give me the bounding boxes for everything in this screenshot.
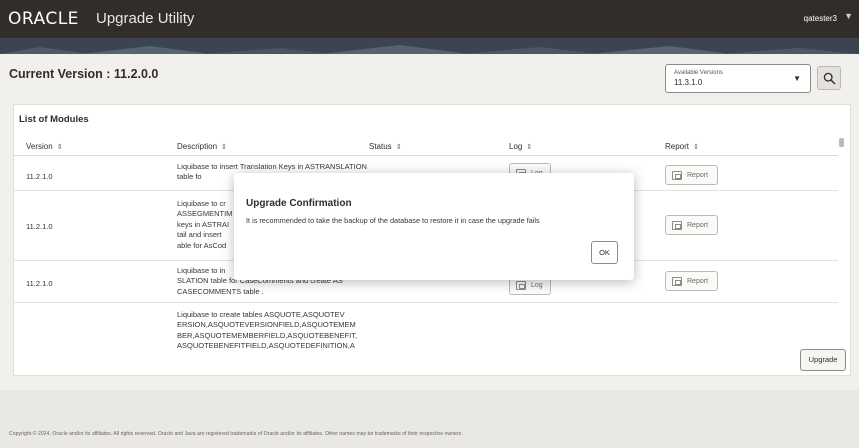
row-3-report-button[interactable]: Report — [665, 271, 718, 291]
column-header-description[interactable]: Description ⇕ — [177, 142, 227, 151]
report-icon — [672, 171, 682, 180]
dialog-message: It is recommended to take the backup of … — [246, 216, 540, 225]
row-1-report-button[interactable]: Report — [665, 165, 718, 185]
report-icon — [672, 277, 682, 286]
search-icon — [823, 72, 836, 85]
available-versions-label: Available Versions — [674, 70, 723, 76]
column-header-report[interactable]: Report ⇕ — [665, 142, 699, 151]
sort-icon: ⇕ — [221, 144, 227, 151]
upgrade-confirmation-dialog: Upgrade Confirmation It is recommended t… — [234, 173, 634, 280]
chevron-down-icon[interactable]: ▼ — [844, 11, 853, 21]
row-3-version: 11.2.1.0 — [26, 279, 53, 288]
decorative-banner — [0, 38, 859, 54]
user-menu[interactable]: qatester3 — [804, 14, 837, 23]
column-header-status[interactable]: Status ⇕ — [369, 142, 402, 151]
sort-icon: ⇕ — [693, 144, 699, 151]
sort-icon: ⇕ — [56, 144, 63, 151]
sort-icon: ⇕ — [395, 144, 402, 151]
table-header-divider — [13, 155, 838, 156]
modules-panel-title: List of Modules — [19, 114, 89, 125]
upgrade-button[interactable]: Upgrade — [800, 349, 846, 371]
search-button[interactable] — [817, 66, 841, 90]
row-2-version: 11.2.1.0 — [26, 222, 53, 231]
row-1-version: 11.2.1.0 — [26, 172, 53, 181]
column-header-log[interactable]: Log ⇕ — [509, 142, 532, 151]
ok-button[interactable]: OK — [591, 241, 618, 264]
app-title: Upgrade Utility — [96, 10, 195, 27]
available-versions-value: 11.3.1.0 — [674, 78, 703, 87]
oracle-logo: ORACLE — [8, 9, 79, 29]
column-header-version[interactable]: Version ⇕ — [26, 142, 63, 151]
footer-copyright: Copyright © 2024, Oracle and/or its affi… — [9, 431, 463, 437]
scrollbar-thumb[interactable] — [839, 138, 844, 147]
row-divider — [13, 302, 838, 303]
log-icon — [516, 281, 526, 290]
chevron-down-icon: ▼ — [793, 74, 801, 83]
sort-icon: ⇕ — [526, 144, 533, 151]
current-version-title: Current Version : 11.2.0.0 — [9, 67, 159, 81]
report-icon — [672, 221, 682, 230]
dialog-title: Upgrade Confirmation — [246, 198, 352, 209]
row-4-description: Liquibase to create tables ASQUOTE,ASQUO… — [177, 310, 358, 351]
app-header: ORACLE Upgrade Utility qatester3 ▼ — [0, 0, 859, 38]
table-scrollbar[interactable] — [838, 132, 845, 372]
row-2-report-button[interactable]: Report — [665, 215, 718, 235]
available-versions-select[interactable]: Available Versions 11.3.1.0 ▼ — [665, 64, 811, 93]
